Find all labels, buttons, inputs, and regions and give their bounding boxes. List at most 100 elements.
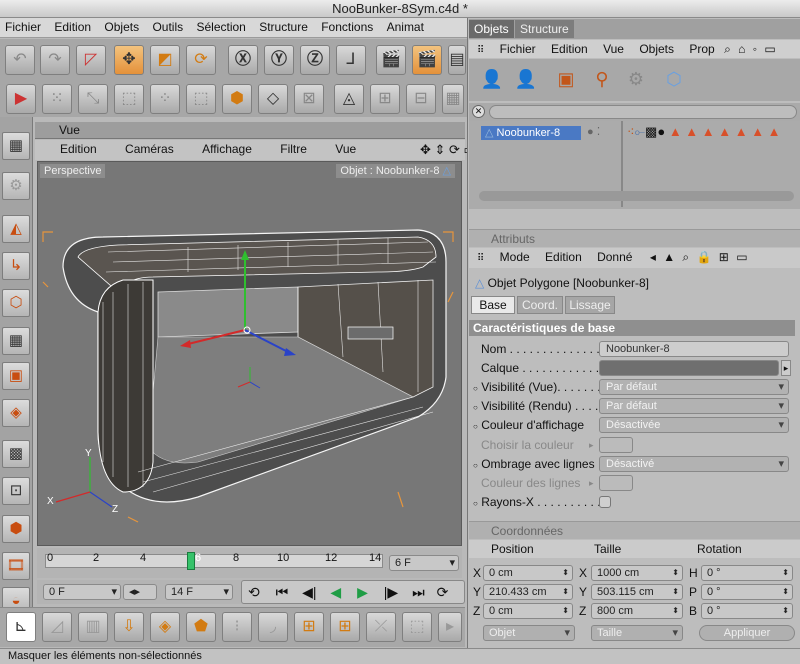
attr-menu-edition[interactable]: Edition [545,250,582,264]
object-tags[interactable]: ⁖⟜▩● ▲ ▲ ▲ ▲ ▲ ▲ ▲ [627,124,781,140]
record-loop-icon[interactable]: ⟳ [437,584,449,600]
pos-z-field[interactable]: 0 cm ⬍ [483,603,573,619]
menu-selection[interactable]: Sélection [196,20,245,34]
viewport-menu-vue[interactable]: Vue [335,142,356,156]
search-icon[interactable]: ⌕ [724,42,731,56]
more-tools-icon[interactable]: ▸ [438,612,462,642]
obj-menu-fichier[interactable]: Fichier [500,42,536,56]
record-scale-icon[interactable]: ◈ [150,612,180,642]
home-icon[interactable]: ⌂ [738,42,745,56]
rot-b-field[interactable]: 0 ° ⬍ [701,603,793,619]
move-icon[interactable]: ✥ [114,45,144,75]
y-axis-icon[interactable]: Ⓨ [264,45,294,75]
deformer-icon[interactable]: ⊞ [294,612,324,642]
rotate-icon[interactable]: ⟳ [186,45,216,75]
name-field[interactable]: Noobunker-8 [599,341,789,357]
edges-tool-icon[interactable]: ▦ [2,327,30,355]
layout-icon[interactable]: ▦ [442,84,464,114]
tag-icon[interactable]: ⚲ [587,63,617,95]
tab-structure[interactable]: Structure [515,20,574,38]
visibility-view-select[interactable]: Par défaut ▾ [599,379,789,395]
xray-checkbox[interactable] [599,496,611,508]
size-y-field[interactable]: 503.115 cm ⬍ [591,584,683,600]
visibility-render-select[interactable]: Par défaut ▾ [599,398,789,414]
edges-mode-icon[interactable]: ⤡ [78,84,108,114]
new-panel-icon[interactable]: ⊞ [719,250,729,264]
cube-icon[interactable]: ⬚ [402,612,432,642]
panel-menu-icon[interactable]: ▭ [764,42,775,56]
texture-mode-icon[interactable]: ⊠ [294,84,324,114]
line-shading-select[interactable]: Désactivé ▾ [599,456,789,472]
spline-icon[interactable]: ⤫ [366,612,396,642]
record-pos-icon[interactable]: ⇩ [114,612,144,642]
panel-handle-icon[interactable]: ⠿ [477,45,484,56]
tab-lissage[interactable]: Lissage [565,296,615,314]
viewport-menu-cameras[interactable]: Caméras [125,142,174,156]
viewport-menu-affichage[interactable]: Affichage [202,142,252,156]
object-row-noobunker[interactable]: △ Noobunker-8 [481,126,581,140]
loop-icon[interactable]: ⟲ [248,584,260,600]
render-picture-icon[interactable]: 🎬 [412,45,442,75]
cursor-icon[interactable]: ⬡ [659,63,689,95]
up-icon[interactable]: ▲ [663,250,675,264]
color-swatch[interactable] [599,437,633,453]
play-render-icon[interactable]: ▶ [6,84,36,114]
play-forward-icon[interactable]: ▶ [357,584,368,600]
search-input[interactable] [489,105,797,119]
obj-menu-prop[interactable]: Prop [689,42,714,56]
polygons-mode-icon[interactable]: ⬚ [114,84,144,114]
layer-arrow-icon[interactable]: ▸ [781,360,791,376]
coord-mode-select[interactable]: Objet ▾ [483,625,575,641]
menu-animation[interactable]: Animat [387,20,424,34]
x-axis-icon[interactable]: Ⓧ [228,45,258,75]
viewport-menu-edition[interactable]: Edition [60,142,97,156]
z-axis-icon[interactable]: Ⓩ [300,45,330,75]
filmstrip-icon[interactable]: 🎞 [2,552,30,580]
record-rot-icon[interactable]: ⬟ [186,612,216,642]
go-end-icon[interactable]: ⏭ [412,584,425,600]
keyframe-icon[interactable]: ⁝ [222,612,252,642]
object-mode-icon[interactable]: ⬢ [222,84,252,114]
play-backward-icon[interactable]: ◀ [330,584,341,600]
timeline-playhead[interactable] [187,552,195,570]
tab-coord[interactable]: Coord. [517,296,563,314]
obj-menu-edition[interactable]: Edition [551,42,588,56]
lock-icon[interactable]: 🔒 [697,250,712,264]
obj-menu-objets[interactable]: Objets [639,42,674,56]
texture-axis-icon[interactable]: ⊡ [2,477,30,505]
redo-icon[interactable]: ↷ [40,45,70,75]
size-z-field[interactable]: 800 cm ⬍ [591,603,683,619]
menu-fichier[interactable]: Fichier [5,20,41,34]
model-mode-icon[interactable]: ◇ [258,84,288,114]
viewport-menu-filtre[interactable]: Filtre [280,142,307,156]
primitive-icon[interactable]: ⬢ [2,515,30,543]
back-icon[interactable]: ◂ [650,250,656,264]
snap-icon[interactable]: ⊞ [370,84,400,114]
tab-objets[interactable]: Objets [469,20,514,38]
curve-icon[interactable]: ◞ [258,612,288,642]
pos-y-field[interactable]: 210.433 cm ⬍ [483,584,573,600]
coord-size-mode-select[interactable]: Taille ▾ [591,625,683,641]
object-search-bar[interactable]: ✕ [469,103,800,121]
render-settings-icon[interactable]: ▤ [448,45,466,75]
object-list-scrollbar[interactable] [479,191,794,201]
undo-icon[interactable]: ↶ [5,45,35,75]
close-search-icon[interactable]: ✕ [472,105,485,118]
axis-lock-icon[interactable]: ⊟ [406,84,436,114]
uv-polygons-icon[interactable]: ⬚ [186,84,216,114]
prev-frame-icon[interactable]: ◀| [302,584,316,600]
display-color-select[interactable]: Désactivée ▾ [599,417,789,433]
people-icon[interactable]: 👤 [477,63,507,95]
checker-icon[interactable]: ▩ [2,440,30,468]
3d-viewport[interactable]: Perspective Objet : Noobunker-8 △ Y X Z [37,161,462,546]
size-x-field[interactable]: 1000 cm ⬍ [591,565,683,581]
layer-field[interactable] [599,360,779,376]
menu-objets[interactable]: Objets [104,20,139,34]
obj-menu-vue[interactable]: Vue [603,42,624,56]
start-frame-field[interactable]: 0 F ▾ [43,584,121,600]
attr-menu-mode[interactable]: Mode [500,250,530,264]
points-tool-icon[interactable]: ⬡ [2,289,30,317]
points-mode-icon[interactable]: ⁙ [42,84,72,114]
visibility-icon[interactable]: ◦ [753,42,757,56]
timeline[interactable]: 0 2 4 6 8 10 12 14 6 F ▾ [37,548,462,578]
